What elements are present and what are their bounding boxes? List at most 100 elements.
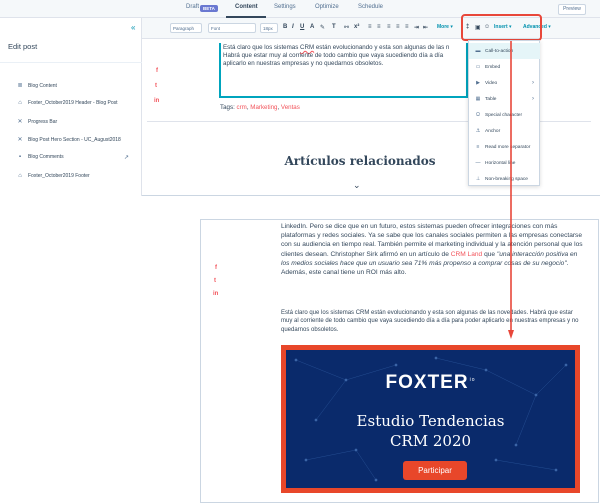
header-module-icon: ⌂ (18, 100, 22, 106)
omega-icon: Ω (476, 112, 480, 118)
comment-icon: ▪ (18, 154, 22, 160)
preview-paragraph: LinkedIn. Pero se dice que en un futuro,… (281, 222, 585, 277)
tag-link[interactable]: Ventas (281, 104, 300, 111)
menu-item-label: Embed (485, 64, 501, 70)
bullet-list-icon[interactable]: ≡ (377, 24, 381, 30)
facebook-icon[interactable]: f (156, 68, 158, 74)
insert-dropdown-menu: ▬ Call-to-action ▭ Embed ▶ Video › ▦ Tab… (468, 40, 540, 186)
double-chevron-left-icon[interactable]: « (131, 23, 135, 32)
cta-icon: ▬ (475, 48, 481, 54)
tab-schedule[interactable]: Schedule (358, 4, 383, 10)
callout-arrow (508, 41, 514, 339)
beta-badge: BETA (200, 5, 218, 12)
sidebar-divider (0, 62, 142, 63)
menu-item-read-more-separator[interactable]: ≡ Read more separator (469, 139, 540, 155)
sidebar-item-label: Progress Bar (28, 118, 58, 125)
sidebar-item-label: Blog Post Hero Section - UC_August2018 (28, 136, 121, 143)
x-icon: ✕ (17, 137, 23, 143)
paragraph-text: que (482, 250, 497, 258)
underline-icon[interactable]: U (300, 24, 304, 30)
bold-icon[interactable]: B (283, 24, 287, 30)
chevron-down-icon[interactable]: ⌄ (353, 180, 361, 191)
sidebar-item-progress-bar[interactable]: ✕ Progress Bar (16, 118, 58, 126)
tab-draft[interactable]: Draft (186, 4, 199, 10)
preview-button[interactable]: Preview (558, 4, 586, 15)
indent-icon[interactable]: ⇥ (414, 24, 419, 31)
selected-text-block[interactable]: Está claro que los sistemas CRM están ev… (219, 43, 468, 98)
menu-item-label: Special character (485, 112, 523, 118)
outdent-icon[interactable]: ⇤ (423, 24, 428, 31)
cta-banner[interactable]: FOXTERio Estudio Tendencias CRM 2020 Par… (281, 345, 580, 493)
sidebar-item-label: Foxter_October2019 Footer (28, 173, 90, 179)
menu-item-label: Video (485, 80, 498, 86)
link-icon[interactable]: ⚯ (344, 24, 349, 31)
external-link-icon[interactable]: ↗ (124, 154, 129, 161)
footer-module-icon: ⌂ (18, 173, 22, 179)
menu-item-embed[interactable]: ▭ Embed (469, 59, 540, 75)
callout-highlight-box (461, 14, 542, 41)
twitter-icon[interactable]: t (155, 83, 157, 89)
related-articles-heading: Artículos relacionados (284, 154, 436, 168)
paragraph-style-select[interactable]: Paragraph (170, 23, 202, 33)
sidebar-item-blog-content[interactable]: ≣ Blog Content (16, 82, 57, 90)
sidebar-item-label: Blog Content (28, 82, 57, 89)
paragraph-text: Está claro que los sistemas (223, 44, 301, 51)
align-left-icon[interactable]: ≡ (387, 24, 391, 30)
banner-subtitle: CRM 2020 (389, 432, 472, 450)
menu-item-horizontal-line[interactable]: — Horizontal line (469, 155, 540, 171)
tag-link[interactable]: Marketing (250, 104, 277, 111)
edit-post-sidebar: « Edit post ≣ Blog Content ⌂ Foxter_Octo… (0, 18, 142, 196)
banner-background: FOXTERio Estudio Tendencias CRM 2020 Par… (286, 350, 575, 488)
tab-optimize[interactable]: Optimize (315, 4, 339, 10)
sidebar-title: Edit post (8, 42, 38, 51)
participar-button[interactable]: Participar (403, 461, 467, 480)
sidebar-item-hero-section[interactable]: ✕ Blog Post Hero Section - UC_August2018 (16, 136, 121, 144)
text-color-icon[interactable]: A (310, 24, 314, 30)
nbsp-icon: ⊥ (475, 176, 481, 182)
menu-item-special-character[interactable]: Ω Special character (469, 107, 540, 123)
facebook-icon[interactable]: f (215, 265, 217, 271)
horizontal-line-icon: — (475, 160, 481, 166)
tags-label: Tags: (220, 104, 235, 111)
tag-link[interactable]: crm (237, 104, 247, 111)
post-tags: Tags: crm, Marketing, Ventas (220, 104, 300, 111)
numbered-list-icon[interactable]: ≡ (368, 24, 372, 30)
crm-land-link[interactable]: CRM Land (451, 251, 483, 258)
superscript-icon[interactable]: x² (354, 24, 359, 30)
tab-settings[interactable]: Settings (274, 4, 296, 10)
sidebar-item-footer[interactable]: ⌂ Foxter_October2019 Footer (16, 173, 90, 179)
embed-icon: ▭ (475, 64, 481, 70)
x-icon: ✕ (17, 119, 23, 125)
more-menu-button[interactable]: More ▾ (437, 24, 453, 30)
menu-item-video[interactable]: ▶ Video › (469, 75, 540, 91)
paragraph-text: Habrá que estar muy al corriente de todo… (223, 52, 444, 59)
sidebar-item-header[interactable]: ⌂ Foxter_October2019 Header - Blog Post (16, 100, 117, 106)
font-select[interactable]: Font (208, 23, 256, 33)
align-center-icon[interactable]: ≡ (396, 24, 400, 30)
linkedin-icon[interactable]: in (154, 98, 159, 104)
menu-item-anchor[interactable]: ⚓ Anchor (469, 123, 540, 139)
logo-text: FOXTER (385, 372, 469, 393)
foxter-logo: FOXTERio (286, 372, 575, 394)
menu-item-call-to-action[interactable]: ▬ Call-to-action (469, 43, 540, 59)
highlight-icon[interactable]: ✎ (320, 24, 325, 31)
italic-icon[interactable]: I (292, 24, 294, 30)
menu-item-label: Table (485, 96, 497, 102)
align-right-icon[interactable]: ≡ (405, 24, 409, 30)
content-icon: ≣ (17, 83, 23, 89)
tab-content[interactable]: Content (235, 4, 258, 10)
twitter-icon[interactable]: t (214, 278, 216, 284)
font-size-select[interactable]: 18px (260, 23, 278, 33)
banner-title: Estudio Tendencias (356, 412, 505, 430)
preview-paragraph: Está claro que los sistemas CRM están ev… (281, 310, 579, 333)
menu-item-label: Anchor (485, 128, 501, 134)
video-icon: ▶ (476, 80, 480, 86)
menu-item-non-breaking-space[interactable]: ⊥ Non-breaking space (469, 171, 540, 187)
menu-item-table[interactable]: ▦ Table › (469, 91, 540, 107)
more-label: More (437, 24, 449, 30)
sidebar-item-blog-comments[interactable]: ▪ Blog Comments ↗ (16, 154, 129, 161)
editor-paragraph[interactable]: Está claro que los sistemas CRM están ev… (223, 44, 469, 68)
text-style-icon[interactable]: T (332, 24, 336, 30)
menu-item-label: Non-breaking space (485, 176, 528, 182)
linkedin-icon[interactable]: in (213, 291, 218, 297)
